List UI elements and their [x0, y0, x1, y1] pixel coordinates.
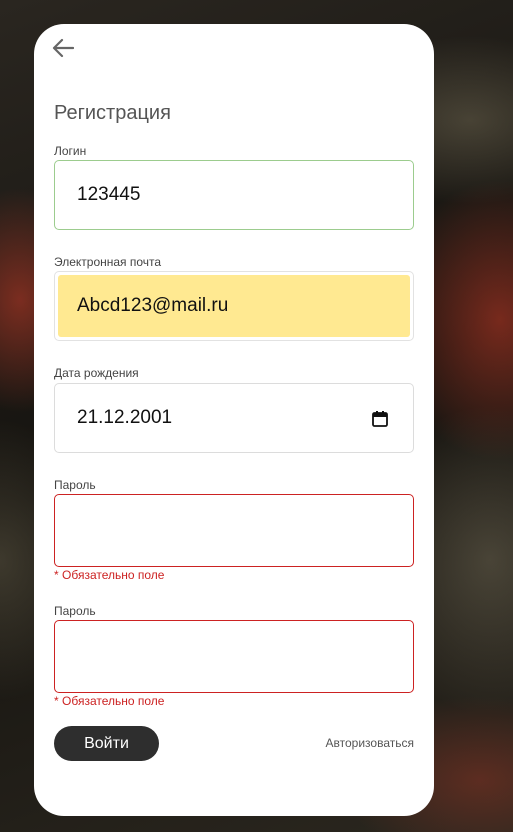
email-label: Электронная почта [54, 255, 162, 269]
email-field[interactable] [54, 271, 414, 341]
page-title: Регистрация [54, 102, 171, 124]
calendar-icon[interactable] [371, 410, 389, 428]
password-confirm-field[interactable] [54, 620, 414, 693]
password-field[interactable] [54, 494, 414, 567]
password-confirm-label: Пароль [54, 604, 96, 618]
email-input[interactable] [55, 272, 413, 340]
birthdate-input[interactable] [55, 384, 413, 452]
submit-button[interactable]: Войти [54, 726, 159, 761]
login-link[interactable]: Авторизоваться [326, 736, 414, 750]
login-input[interactable] [55, 161, 413, 229]
back-arrow-icon[interactable] [52, 38, 75, 58]
birthdate-label: Дата рождения [54, 366, 139, 380]
registration-card: Регистрация Логин Электронная почта Дата… [34, 24, 434, 816]
login-label: Логин [54, 144, 87, 158]
birthdate-field[interactable] [54, 383, 414, 453]
password-label: Пароль [54, 478, 96, 492]
password-error: * Обязательно поле [54, 568, 165, 582]
password-confirm-input[interactable] [55, 621, 413, 692]
password-input[interactable] [55, 495, 413, 566]
login-field[interactable] [54, 160, 414, 230]
password-confirm-error: * Обязательно поле [54, 694, 165, 708]
